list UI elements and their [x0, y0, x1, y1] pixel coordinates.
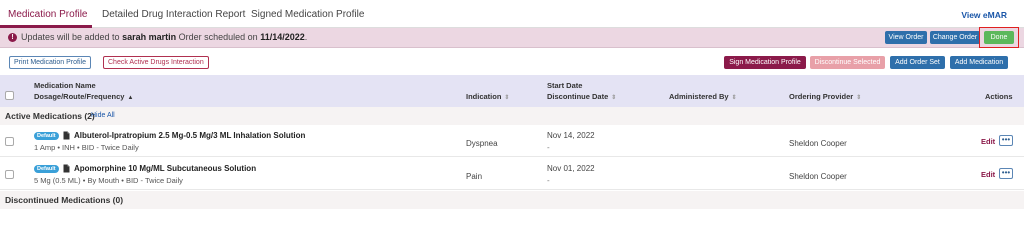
edit-link[interactable]: Edit [981, 170, 995, 179]
banner-prefix: Updates will be added to [21, 32, 120, 42]
active-medications-label: Active Medications (2) [5, 111, 95, 121]
info-circle-icon: ! [8, 33, 17, 42]
edit-link[interactable]: Edit [981, 137, 995, 146]
header-start-date[interactable]: Start Date [547, 81, 582, 90]
discontinue-date-cell: - [547, 143, 550, 152]
active-medications-section: Active Medications (2) Hide All [0, 107, 1024, 125]
header-dosage-route-frequency[interactable]: Dosage/Route/Frequency ▲ [34, 92, 133, 101]
sort-ascending-icon: ▲ [127, 95, 134, 101]
header-administered-label: Administered By [669, 92, 729, 101]
ordering-provider-cell: Sheldon Cooper [789, 139, 847, 148]
header-dosage-label: Dosage/Route/Frequency [34, 92, 125, 101]
header-medication-name: Medication Name [34, 81, 96, 90]
medication-name[interactable]: Albuterol-Ipratropium 2.5 Mg-0.5 Mg/3 ML… [74, 131, 305, 140]
discontinued-medications-label: Discontinued Medications (0) [5, 195, 124, 205]
header-ordering-provider[interactable]: Ordering Provider ⇕ [789, 92, 861, 101]
indication-cell: Pain [466, 172, 483, 181]
add-medication-button[interactable]: Add Medication [950, 56, 1008, 69]
sort-icon: ⇕ [731, 95, 737, 101]
done-button[interactable]: Done [984, 31, 1014, 44]
banner-message: Updates will be added to sarah martin Or… [21, 32, 307, 42]
table-row: Default Albuterol-Ipratropium 2.5 Mg-0.5… [0, 125, 1024, 157]
row-checkbox[interactable] [5, 137, 14, 146]
change-order-button[interactable]: Change Order [930, 31, 980, 44]
start-date-cell: Nov 01, 2022 [547, 164, 595, 173]
more-icon[interactable]: ••• [999, 135, 1013, 146]
add-order-set-button[interactable]: Add Order Set [890, 56, 945, 69]
medication-dosage: 5 Mg (0.5 ML) • By Mouth • BID - Twice D… [34, 176, 183, 185]
banner-middle: Order scheduled on [178, 32, 258, 42]
header-discontinue-date[interactable]: Discontinue Date ⇕ [547, 92, 616, 101]
order-banner: ! Updates will be added to sarah martin … [0, 28, 1024, 48]
header-administered-by[interactable]: Administered By ⇕ [669, 92, 737, 101]
print-medication-profile-button[interactable]: Print Medication Profile [9, 56, 91, 69]
tab-signed-medication-profile[interactable]: Signed Medication Profile [251, 9, 364, 20]
header-actions: Actions [985, 92, 1013, 101]
medication-name[interactable]: Apomorphine 10 Mg/ML Subcutaneous Soluti… [74, 164, 256, 173]
hide-all-link[interactable]: Hide All [91, 112, 115, 119]
header-indication[interactable]: Indication ⇕ [466, 92, 509, 101]
default-badge: Default [34, 132, 59, 140]
header-indication-label: Indication [466, 92, 502, 101]
sign-medication-profile-button[interactable]: Sign Medication Profile [724, 56, 806, 69]
discontinued-medications-section: Discontinued Medications (0) [0, 191, 1024, 209]
start-date-cell: Nov 14, 2022 [547, 131, 595, 140]
medication-dosage: 1 Amp • INH • BID - Twice Daily [34, 143, 139, 152]
sort-icon: ⇕ [856, 95, 862, 101]
discontinue-selected-button[interactable]: Discontinue Selected [810, 56, 885, 69]
tab-detailed-drug-interaction-report[interactable]: Detailed Drug Interaction Report [102, 9, 245, 20]
medication-table-header: Medication Name Dosage/Route/Frequency ▲ … [0, 75, 1024, 107]
banner-order-date: 11/14/2022 [260, 32, 305, 42]
check-active-drugs-interaction-button[interactable]: Check Active Drugs Interaction [103, 56, 209, 69]
document-icon [63, 164, 70, 173]
banner-suffix: . [304, 32, 308, 42]
view-order-button[interactable]: View Order [885, 31, 927, 44]
tab-bar: Medication Profile Detailed Drug Interac… [0, 0, 1024, 28]
ordering-provider-cell: Sheldon Cooper [789, 172, 847, 181]
sort-icon: ⇕ [611, 95, 617, 101]
sort-icon: ⇕ [504, 95, 510, 101]
discontinue-date-cell: - [547, 176, 550, 185]
document-icon [63, 131, 70, 140]
header-provider-label: Ordering Provider [789, 92, 854, 101]
tab-medication-profile[interactable]: Medication Profile [8, 9, 87, 20]
done-button-highlight: Done [979, 27, 1019, 48]
select-all-checkbox[interactable] [5, 91, 14, 100]
header-discontinue-label: Discontinue Date [547, 92, 609, 101]
indication-cell: Dyspnea [466, 139, 498, 148]
table-row: Default Apomorphine 10 Mg/ML Subcutaneou… [0, 158, 1024, 190]
default-badge: Default [34, 165, 59, 173]
banner-patient-name: sarah martin [122, 32, 177, 42]
view-emar-link[interactable]: View eMAR [961, 10, 1007, 20]
more-icon[interactable]: ••• [999, 168, 1013, 179]
row-checkbox[interactable] [5, 170, 14, 179]
